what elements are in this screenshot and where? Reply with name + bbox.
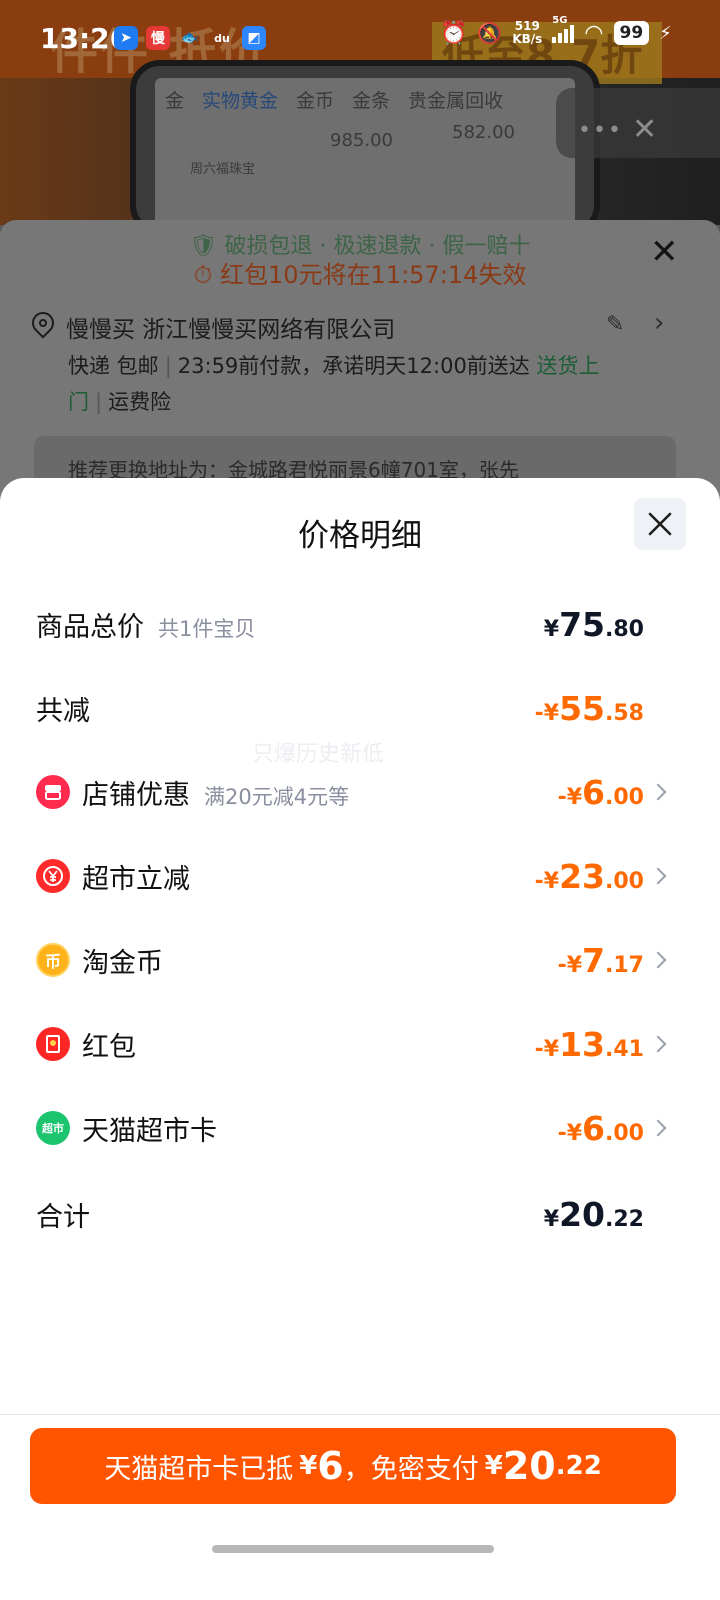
row-label: 共减 bbox=[36, 695, 90, 727]
mute-bell-icon: 🔕 bbox=[477, 21, 503, 45]
row-goods-total: 商品总价 共1件宝贝 ¥75.80 bbox=[0, 594, 720, 654]
background-phone-price: 582.00 bbox=[452, 122, 515, 143]
taojinbi-coin-icon: 币 bbox=[36, 943, 70, 977]
charging-icon: ⚡ bbox=[659, 22, 672, 44]
row-sublabel: 满20元减4元等 bbox=[204, 784, 350, 809]
background-phone-price: 985.00 bbox=[330, 130, 393, 151]
sheet-title: 价格明细 bbox=[298, 518, 422, 554]
row-total-discount: 共减 -¥55.58 bbox=[0, 678, 720, 738]
app-blue-icon: ➤ bbox=[114, 26, 138, 50]
chevron-right-icon bbox=[649, 1119, 667, 1137]
home-indicator[interactable] bbox=[212, 1545, 494, 1553]
pay-button[interactable]: 天猫超市卡已抵 ¥6 ，免密支付 ¥20.22 bbox=[30, 1428, 676, 1504]
battery-icon: 99 bbox=[613, 21, 650, 45]
red-packet-icon bbox=[36, 1027, 70, 1061]
row-label: 天猫超市卡 bbox=[82, 1115, 217, 1147]
background-phone-tab: 金条 bbox=[352, 90, 391, 112]
background-red-packet-timer: ⏱ 红包10元将在11:57:14失效 bbox=[193, 261, 527, 289]
more-icon[interactable]: ••• bbox=[578, 118, 623, 143]
background-phone-shop: 周六福珠宝 bbox=[190, 162, 256, 177]
row-amount: -¥6.00 bbox=[557, 772, 644, 812]
row-sublabel: 共1件宝贝 bbox=[158, 616, 256, 641]
background-phone-tabs: 金 实物黄金 金币 金条 贵金属回收 bbox=[165, 86, 565, 113]
status-indicators: ⏰ 🔕 519 KB/s 5G ◠ 99 ⚡ bbox=[440, 15, 672, 46]
row-red-packet[interactable]: 红包 -¥13.41 bbox=[0, 1014, 720, 1074]
background-address[interactable]: 慢慢买 浙江慢慢买网络有限公司 bbox=[66, 310, 395, 344]
tmall-supermarket-card-icon: 超市 bbox=[36, 1111, 70, 1145]
chevron-right-icon bbox=[649, 951, 667, 969]
chevron-right-icon bbox=[649, 783, 667, 801]
price-detail-sheet: 价格明细 只爆历史新低 商品总价 共1件宝贝 ¥75.80 共减 -¥55.58 … bbox=[0, 478, 720, 1600]
background-phone-tab: 实物黄金 bbox=[202, 90, 279, 112]
shop-icon bbox=[36, 775, 70, 809]
close-icon bbox=[648, 512, 672, 536]
background-close-icon[interactable]: ✕ bbox=[650, 232, 679, 272]
yuan-coupon-icon bbox=[36, 859, 70, 893]
row-supermarket-discount[interactable]: 超市立减 -¥23.00 bbox=[0, 846, 720, 906]
status-bar: 13:26 ➤ 慢 🐟 du ◩ ⏰ 🔕 519 KB/s 5G ◠ 99 ⚡ bbox=[0, 0, 720, 78]
row-amount: -¥7.17 bbox=[557, 940, 644, 980]
row-grand-total: 合计 ¥20.22 bbox=[0, 1184, 720, 1244]
row-amount: ¥20.22 bbox=[543, 1194, 644, 1234]
chevron-right-icon bbox=[649, 867, 667, 885]
row-amount: -¥6.00 bbox=[557, 1108, 644, 1148]
du-icon: du bbox=[214, 31, 230, 45]
row-label: 店铺优惠 满20元减4元等 bbox=[82, 779, 350, 811]
row-amount: ¥75.80 bbox=[543, 604, 644, 644]
row-label: 红包 bbox=[82, 1031, 136, 1063]
row-label: 商品总价 共1件宝贝 bbox=[36, 611, 256, 643]
background-phone-tab: 金 bbox=[165, 90, 185, 112]
xianyu-icon: 🐟 bbox=[181, 30, 199, 46]
divider bbox=[0, 1414, 720, 1415]
net-speed: 519 KB/s bbox=[512, 19, 543, 46]
row-taojinbi[interactable]: 币 淘金币 -¥7.17 bbox=[0, 930, 720, 990]
row-amount: -¥23.00 bbox=[534, 856, 644, 896]
background-delivery-info: 快递 包邮 | 23:59前付款，承诺明天12:00前送达 送货上门 | 运费险 bbox=[68, 354, 600, 414]
background-phone-tab: 金币 bbox=[296, 90, 335, 112]
status-app-icons: ➤ 慢 🐟 du ◩ bbox=[114, 26, 266, 50]
man-man-mai-icon: 慢 bbox=[146, 26, 170, 50]
close-icon[interactable]: ✕ bbox=[632, 112, 657, 147]
close-button[interactable] bbox=[634, 498, 686, 550]
background-phone-tab: 贵金属回收 bbox=[408, 90, 504, 112]
wifi-icon: ◠ bbox=[584, 20, 604, 46]
alarm-icon: ⏰ bbox=[440, 20, 468, 46]
clock-icon: ⏱ bbox=[193, 261, 213, 289]
row-label: 淘金币 bbox=[82, 947, 163, 979]
cellular-signal-icon: 5G bbox=[552, 15, 575, 43]
chevron-right-icon bbox=[649, 1035, 667, 1053]
row-amount: -¥55.58 bbox=[534, 688, 644, 728]
chevron-right-icon[interactable]: › bbox=[654, 308, 664, 338]
row-label: 超市立减 bbox=[82, 863, 190, 895]
row-label: 合计 bbox=[36, 1201, 90, 1233]
row-shop-discount[interactable]: 店铺优惠 满20元减4元等 -¥6.00 bbox=[0, 762, 720, 822]
blue-square-icon: ◩ bbox=[242, 26, 266, 50]
row-tmall-supermarket-card[interactable]: 超市 天猫超市卡 -¥6.00 bbox=[0, 1098, 720, 1158]
row-amount: -¥13.41 bbox=[534, 1024, 644, 1064]
edit-icon[interactable]: ✎ bbox=[606, 312, 624, 337]
